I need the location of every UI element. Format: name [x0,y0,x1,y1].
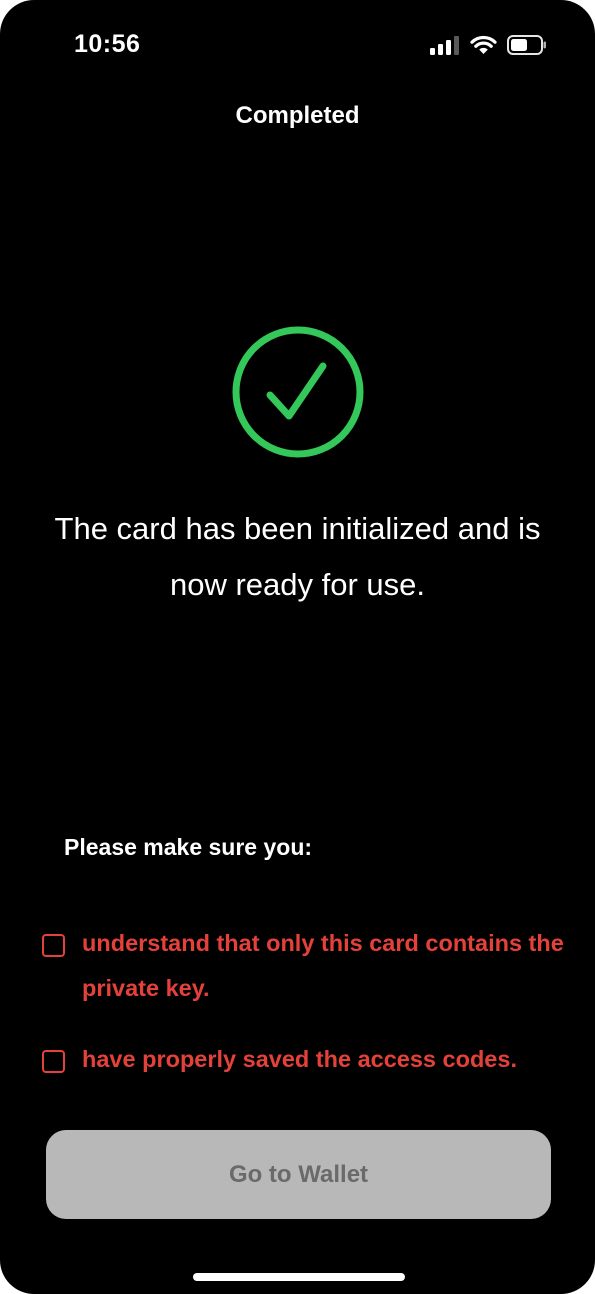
page-title: Completed [235,102,360,129]
status-bar-time: 10:56 [74,30,141,58]
cellular-signal-icon [430,36,459,55]
wifi-icon [470,35,497,54]
go-to-wallet-button[interactable]: Go to Wallet [46,1130,551,1219]
confirm-private-key-label: understand that only this card contains … [82,930,564,1001]
confirm-access-codes-checkbox[interactable] [42,1050,65,1073]
home-indicator[interactable] [193,1273,405,1281]
confirm-access-codes-row[interactable]: have properly saved the access codes. [42,1045,565,1082]
confirm-private-key-checkbox[interactable] [42,934,65,957]
status-bar-icons [430,34,547,56]
confirm-access-codes-label: have properly saved the access codes. [82,1046,517,1072]
confirmation-heading: Please make sure you: [64,834,313,860]
checkmark-circle-icon [231,325,365,459]
confirm-private-key-row[interactable]: understand that only this card contains … [42,929,565,1011]
battery-icon [507,35,546,55]
success-message: The card has been initialized and is now… [54,511,541,602]
phone-screen: 10:56 Completed The card has been initia… [0,0,595,1294]
